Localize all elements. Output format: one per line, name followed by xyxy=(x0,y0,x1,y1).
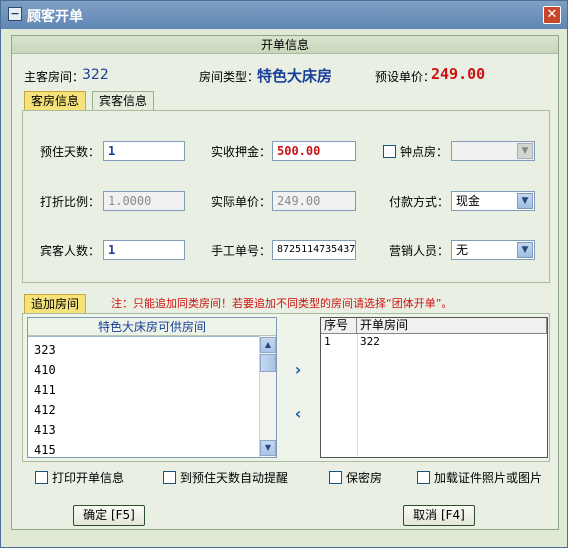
list-item[interactable]: 412 xyxy=(34,403,56,417)
hourly-room-checkbox[interactable] xyxy=(383,145,396,158)
list-item[interactable]: 413 xyxy=(34,423,56,437)
main-panel: 开单信息 主客房间： 322 房间类型： 特色大床房 预设单价： 249.00 … xyxy=(11,35,559,530)
print-info-checkbox[interactable] xyxy=(35,471,48,484)
stay-days-input[interactable]: 1 xyxy=(103,141,185,161)
room-type-label: 房间类型： xyxy=(199,70,260,84)
room-type-value: 特色大床房 xyxy=(257,67,333,85)
available-rooms-header: 特色大床房可供房间 xyxy=(28,318,276,336)
chevron-down-icon: ▼ xyxy=(517,242,533,258)
manual-number-label: 手工单号： xyxy=(211,244,272,258)
app-icon: − xyxy=(8,7,22,21)
available-rooms-list[interactable]: 特色大床房可供房间 323 410 411 412 413 415 ▲ ▼ xyxy=(27,317,277,458)
guest-count-input[interactable]: 1 xyxy=(103,240,185,260)
confidential-room-label: 保密房 xyxy=(346,471,383,485)
sales-person-value: 无 xyxy=(456,243,469,257)
load-id-photo-label: 加载证件照片或图片 xyxy=(434,471,543,485)
add-room-group: 特色大床房可供房间 323 410 411 412 413 415 ▲ ▼ › … xyxy=(22,313,550,462)
confirm-button[interactable]: 确定 [F5] xyxy=(73,505,145,526)
close-button[interactable]: ✕ xyxy=(543,6,561,24)
list-item[interactable]: 410 xyxy=(34,363,56,377)
title-bar[interactable]: − 顾客开单 ✕ xyxy=(1,1,567,29)
load-id-photo-checkbox[interactable] xyxy=(417,471,430,484)
discount-label: 打折比例： xyxy=(40,195,101,209)
tab-add-room[interactable]: 追加房间 xyxy=(24,294,87,313)
tab-room-info[interactable]: 客房信息 xyxy=(24,91,87,110)
hourly-room-select[interactable]: ▼ xyxy=(451,141,535,161)
section-header: 开单信息 xyxy=(12,36,558,54)
main-room-value: 322 xyxy=(82,67,109,83)
deposit-input[interactable]: 500.00 xyxy=(272,141,356,161)
discount-input[interactable]: 1.0000 xyxy=(103,191,185,211)
auto-remind-checkbox[interactable] xyxy=(163,471,176,484)
list-item[interactable]: 411 xyxy=(34,383,56,397)
remove-room-arrow-icon[interactable]: ‹ xyxy=(291,406,305,422)
window-title: 顾客开单 xyxy=(27,9,83,25)
tab-guest-info[interactable]: 宾客信息 xyxy=(92,91,155,110)
preset-price-label: 预设单价： xyxy=(375,70,436,84)
main-room-label: 主客房间： xyxy=(24,70,85,84)
hourly-room-label: 钟点房： xyxy=(400,145,449,159)
sales-person-label: 营销人员： xyxy=(389,244,450,258)
auto-remind-label: 到预住天数自动提醒 xyxy=(180,471,289,485)
available-rooms-body: 323 410 411 412 413 415 xyxy=(28,336,259,457)
actual-price-input[interactable]: 249.00 xyxy=(272,191,356,211)
manual-number-input[interactable]: 8725114735437 xyxy=(272,240,356,260)
cancel-button[interactable]: 取消 [F4] xyxy=(403,505,475,526)
payment-method-value: 现金 xyxy=(456,194,481,208)
preset-price-value: 249.00 xyxy=(431,65,486,83)
payment-method-select[interactable]: 现金 ▼ xyxy=(451,191,535,211)
payment-method-label: 付款方式： xyxy=(389,195,450,209)
selected-rooms-table[interactable]: 序号 开单房间 1 322 xyxy=(320,317,548,458)
chevron-down-icon: ▼ xyxy=(517,193,533,209)
room-info-group: 预住天数： 1 实收押金： 500.00 钟点房： ▼ 打折比例： 1.0000… xyxy=(22,110,550,283)
scroll-down-icon[interactable]: ▼ xyxy=(260,440,276,456)
add-room-note: 注：只能追加同类房间！若要追加不同类型的房间请选择“团体开单”。 xyxy=(111,297,453,310)
available-rooms-scrollbar[interactable]: ▲ ▼ xyxy=(259,336,276,457)
add-room-arrow-icon[interactable]: › xyxy=(291,362,305,378)
list-item[interactable]: 415 xyxy=(34,443,56,457)
table-cell-no: 1 xyxy=(324,335,331,348)
print-info-label: 打印开单信息 xyxy=(52,471,125,485)
scroll-up-icon[interactable]: ▲ xyxy=(260,337,276,353)
table-header-room: 开单房间 xyxy=(357,318,547,334)
deposit-label: 实收押金： xyxy=(211,145,272,159)
table-cell-room: 322 xyxy=(360,335,380,348)
list-item[interactable]: 323 xyxy=(34,343,56,357)
chevron-down-icon: ▼ xyxy=(517,143,533,159)
actual-price-label: 实际单价： xyxy=(211,195,272,209)
checkin-dialog: − 顾客开单 ✕ 开单信息 主客房间： 322 房间类型： 特色大床房 预设单价… xyxy=(0,0,568,548)
column-divider xyxy=(357,334,358,457)
sales-person-select[interactable]: 无 ▼ xyxy=(451,240,535,260)
guest-count-label: 宾客人数： xyxy=(40,244,101,258)
confidential-room-checkbox[interactable] xyxy=(329,471,342,484)
stay-days-label: 预住天数： xyxy=(40,145,101,159)
table-header-no: 序号 xyxy=(321,318,357,334)
scroll-thumb[interactable] xyxy=(260,354,276,372)
